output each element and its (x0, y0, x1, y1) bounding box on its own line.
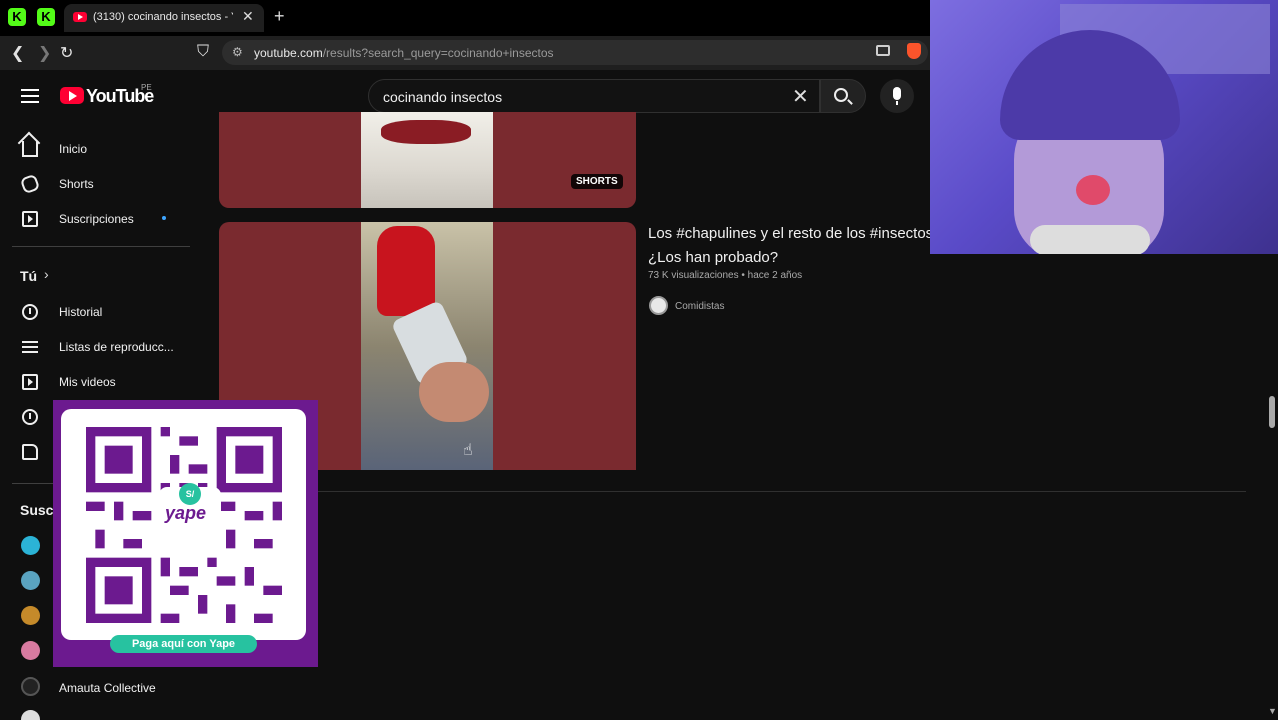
url-field[interactable]: ⚙ youtube.com/results?search_query=cocin… (222, 40, 928, 65)
video-icon (22, 374, 38, 390)
mouse-cursor-icon: ☝ (463, 442, 473, 459)
search-icon (834, 88, 848, 102)
bookmark-icon[interactable]: ⛉ (197, 43, 209, 61)
sidebar-item-label: Mis videos (59, 375, 116, 389)
avatar[interactable] (21, 641, 40, 660)
search-input[interactable]: cocinando insectos (383, 89, 502, 105)
voice-search-button[interactable] (880, 79, 914, 113)
food-image (381, 120, 471, 144)
tab-close-icon[interactable]: ✕ (242, 8, 254, 25)
sidebar-item-playlists[interactable]: Listas de reproducc... (0, 330, 200, 364)
qr-card: S/ yape (61, 409, 306, 640)
sidebar-item-suscripciones[interactable]: Suscripciones (0, 202, 200, 236)
youtube-logo-icon[interactable] (60, 87, 84, 104)
sidebar-item-shorts[interactable]: Shorts (0, 167, 200, 201)
playlist-icon (22, 341, 38, 353)
home-icon (22, 141, 38, 157)
face-paint-image (1030, 225, 1150, 254)
hand-image (419, 362, 489, 422)
upload-age: hace 2 años (747, 270, 803, 281)
avatar[interactable] (21, 606, 40, 625)
yape-logo: S/ yape (159, 483, 221, 533)
scroll-down-icon[interactable]: ▼ (1268, 706, 1277, 716)
sidebar-channel-label[interactable]: Amauta Collective (59, 681, 156, 695)
yape-payment-overlay: S/ yape Paga aquí con Yape (53, 400, 318, 667)
yape-logo-text: yape (165, 503, 207, 523)
avatar[interactable] (649, 296, 668, 315)
menu-icon[interactable] (21, 89, 39, 103)
scrollbar-thumb[interactable] (1269, 396, 1275, 428)
clown-nose-image (1076, 175, 1110, 205)
country-code: PE (141, 83, 152, 92)
video-title[interactable]: Los #chapulines y el resto de los #insec… (648, 222, 938, 270)
video-thumbnail[interactable]: SHORTS (219, 112, 636, 208)
back-icon[interactable]: ❮ (11, 43, 24, 63)
tab-title: (3130) cocinando insectos - YouTube (93, 11, 233, 23)
sidebar-divider (12, 246, 190, 247)
clear-search-icon[interactable]: ✕ (792, 84, 809, 109)
shorts-badge: SHORTS (571, 174, 623, 189)
new-tab-icon[interactable]: + (274, 6, 285, 27)
sidebar-item-label: Listas de reproducc... (59, 340, 174, 354)
search-box[interactable]: cocinando insectos ✕ (368, 79, 820, 113)
shorts-icon (19, 173, 41, 195)
kick-extension-icon-2[interactable]: K (37, 8, 55, 26)
kick-extension-icon[interactable]: K (8, 8, 26, 26)
avatar[interactable] (21, 677, 40, 696)
brave-shield-icon[interactable] (907, 43, 921, 59)
sauce-bottle-image (377, 226, 435, 316)
watch-later-icon (22, 409, 38, 425)
site-info-icon[interactable]: ⚙ (232, 45, 243, 59)
subscriptions-icon (22, 211, 38, 227)
avatar[interactable] (21, 710, 40, 720)
microphone-icon (893, 87, 901, 105)
thumbnail-image (361, 222, 493, 470)
forward-icon[interactable]: ❯ (38, 43, 51, 63)
sidebar-item-label: Inicio (59, 142, 88, 156)
reload-icon[interactable]: ↻ (60, 43, 73, 63)
video-metadata: 73 K visualizaciones • hace 2 años (648, 270, 802, 281)
new-content-dot (162, 216, 166, 220)
liked-icon (22, 444, 38, 460)
you-section-heading[interactable]: Tú (20, 268, 37, 284)
youtube-favicon-icon (73, 12, 87, 22)
thumbnail-image (361, 112, 493, 208)
yape-coin-icon: S/ (179, 483, 201, 505)
results-divider (220, 491, 1246, 492)
url-text: youtube.com/results?search_query=cocinan… (254, 46, 554, 60)
sidebar-item-label: Historial (59, 305, 103, 319)
sidebar-item-label: Shorts (59, 177, 94, 191)
sidebar-item-historial[interactable]: Historial (0, 295, 200, 329)
channel-name[interactable]: Comidistas (675, 301, 724, 312)
webcam-overlay (930, 0, 1278, 254)
search-button[interactable] (820, 79, 866, 113)
chevron-right-icon[interactable]: › (44, 266, 49, 282)
view-count: 73 K visualizaciones (648, 270, 739, 281)
avatar[interactable] (21, 571, 40, 590)
sidebar-item-inicio[interactable]: Inicio (0, 132, 200, 166)
sidebar-item-label: Suscripciones (59, 212, 134, 226)
history-icon (22, 304, 38, 320)
browser-tab[interactable]: (3130) cocinando insectos - YouTube ✕ (64, 4, 264, 32)
cast-icon[interactable] (876, 45, 890, 56)
avatar[interactable] (21, 536, 40, 555)
sidebar-item-mis-videos[interactable]: Mis videos (0, 365, 200, 399)
yape-pay-button[interactable]: Paga aquí con Yape (110, 635, 257, 653)
